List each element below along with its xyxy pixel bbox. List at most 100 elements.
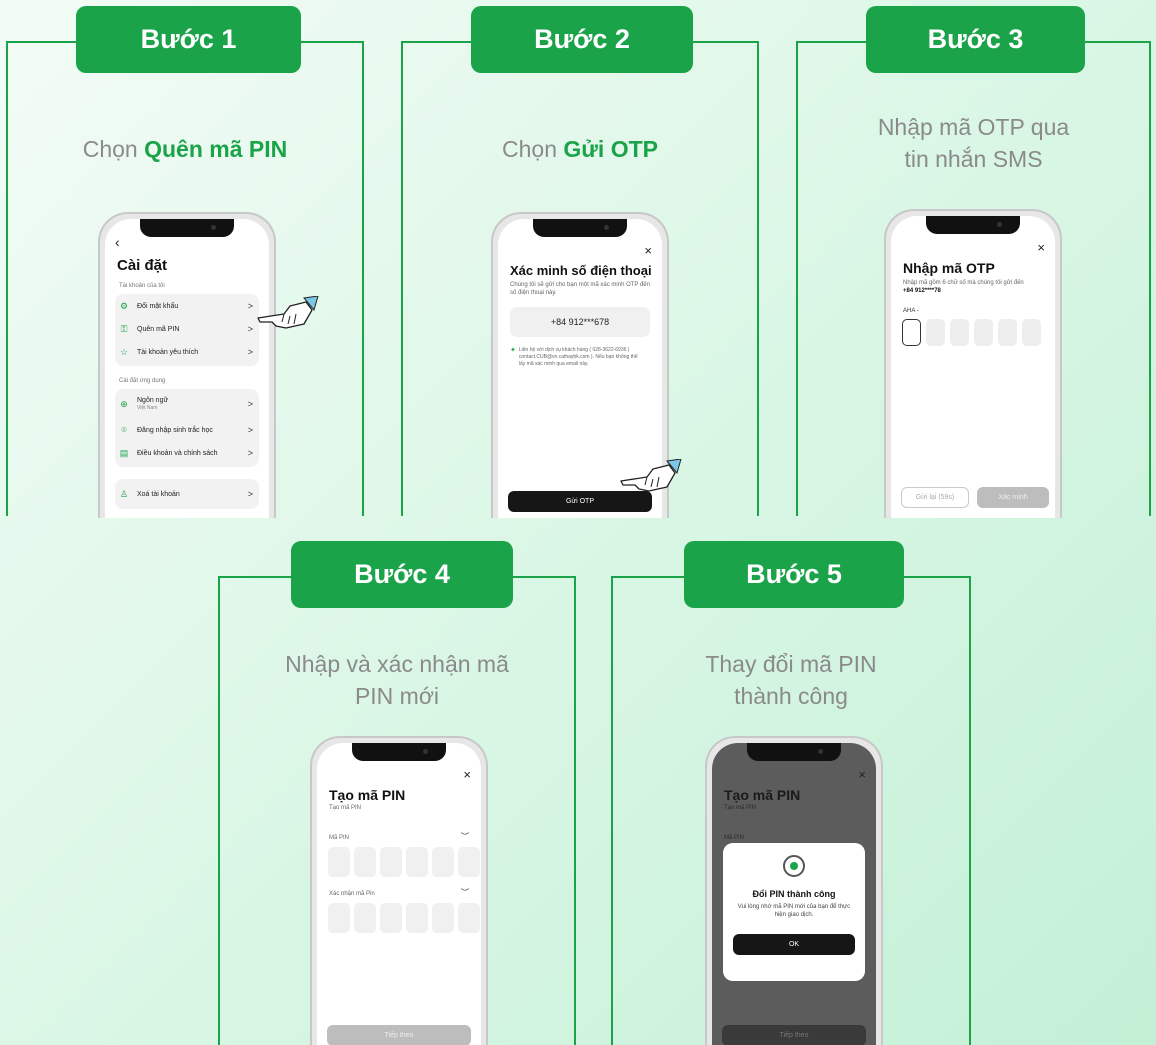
otp-digit-input[interactable] [950,319,969,346]
globe-icon: ⊕ [120,398,128,409]
page-subtitle: Tạo mã PIN [724,805,757,811]
step-4-panel: Bước 4 Nhập và xác nhận mã PIN mới × Tạo… [218,541,576,1045]
info-icon: ✦ [510,347,516,354]
step-5-badge: Bước 5 [684,541,904,608]
success-dot [790,862,798,870]
step-2-panel: Bước 2 Chọn Gửi OTP × Xác minh số điện t… [401,6,759,518]
close-icon[interactable]: × [463,767,471,782]
confirm-pin-digit-input[interactable] [380,903,402,933]
menu-item-change-password[interactable]: ⚙ Đổi mật khẩu > [119,295,253,317]
step-1-panel: Bước 1 Chọn Quên mã PIN ‹ Cài đặt Tài kh… [6,6,364,518]
menu-item-favorites[interactable]: ☆ Tài khoản yêu thích > [119,341,253,363]
menu-item-biometric[interactable]: ⌾ Đăng nhập sinh trắc học > [119,419,253,441]
caption-highlight: Gửi OTP [563,136,658,162]
caption-prefix: Chọn [502,136,564,162]
menu-item-delete-account[interactable]: ♙ Xoá tài khoản > [119,483,253,505]
step-5-panel: Bước 5 Thay đổi mã PIN thành công × Tạo … [611,541,971,1045]
ok-button[interactable]: OK [733,934,855,955]
confirm-pin-digit-input[interactable] [328,903,350,933]
step-5-caption: Thay đổi mã PIN thành công [613,648,969,712]
account-card: ⚙ Đổi mật khẩu > ⚿ Quên mã PIN > ☆ Tài k… [115,294,259,366]
confirm-pin-digit-input[interactable] [406,903,428,933]
caption-line-2: thành công [734,683,848,709]
step-2-caption: Chọn Gửi OTP [403,133,757,165]
menu-item-terms[interactable]: ▤ Điều khoản và chính sách > [119,442,253,464]
step-1-badge: Bước 1 [76,6,301,73]
phone-number-box: +84 912***678 [510,307,650,337]
otp-digit-input[interactable] [926,319,945,346]
key-icon: ⚿ [120,323,128,334]
menu-item-label: Đăng nhập sinh trắc học [137,426,213,434]
face-id-icon: ⌾ [121,424,127,435]
resend-otp-button[interactable]: Gửi lại (59s) [901,487,969,508]
menu-item-forgot-pin[interactable]: ⚿ Quên mã PIN > [119,318,253,340]
pin-digit-input[interactable] [354,847,376,877]
button-label: OK [788,941,800,948]
pin-digit-input[interactable] [380,847,402,877]
verify-button[interactable]: Xác minh [977,487,1049,508]
otp-digit-input[interactable] [974,319,993,346]
phone-notch [352,743,446,761]
otp-digit-input[interactable] [902,319,921,346]
phone-number: +84 912***678 [550,317,610,327]
next-button[interactable]: Tiếp theo [327,1025,471,1045]
section-label: Cài đặt ứng dụng [119,378,166,384]
chevron-right-icon: > [247,347,253,357]
next-button[interactable]: Tiếp theo [722,1025,866,1045]
confirm-pin-digit-input[interactable] [458,903,480,933]
page-description: Chúng tôi sẽ gửi cho bạn một mã xác minh… [510,282,650,296]
close-icon[interactable]: × [858,767,866,782]
create-pin-screen: × Tạo mã PIN Tạo mã PIN Mã PIN ︶ Xác nhậ… [317,743,481,1045]
menu-item-language[interactable]: ⊕ Ngôn ngữ Việt Nam > [119,393,253,415]
back-icon[interactable]: ‹ [115,234,120,250]
phone-mockup: × Nhập mã OTP Nhập mã gồm 6 chữ số mà ch… [884,209,1062,518]
eye-off-icon[interactable]: ︶ [461,831,469,842]
close-icon[interactable]: × [644,243,652,258]
caption-line-2: tin nhắn SMS [904,146,1043,172]
pin-digit-input[interactable] [432,847,454,877]
menu-item-label: Quên mã PIN [137,325,180,333]
chevron-right-icon: > [247,399,253,409]
otp-digit-input[interactable] [998,319,1017,346]
caption-highlight: Quên mã PIN [144,136,288,162]
pin-digit-input[interactable] [328,847,350,877]
page-title: Tạo mã PIN [724,787,801,803]
menu-item-label: Ngôn ngữ [137,397,169,404]
dialog-text: Vui lòng nhớ mã PIN mới của bạn để thực … [737,904,851,918]
close-icon[interactable]: × [1037,240,1045,255]
step-3-caption: Nhập mã OTP qua tin nhắn SMS [798,111,1149,175]
phone-mockup: ‹ Cài đặt Tài khoản của tôi ⚙ Đổi mật kh… [98,212,276,518]
step-2-badge: Bước 2 [471,6,693,73]
button-label: Tiếp theo [384,1032,414,1039]
otp-screen: × Nhập mã OTP Nhập mã gồm 6 chữ số mà ch… [891,216,1055,518]
caption-line-2: PIN mới [354,683,440,709]
confirm-pin-digit-input[interactable] [354,903,376,933]
page-subtitle: Tạo mã PIN [329,805,362,811]
caption-line-1: Thay đổi mã PIN [705,651,877,677]
chevron-right-icon: > [247,448,253,458]
contact-note: ✦ Liên hệ với dịch vụ khách hàng ( 028-3… [510,347,644,368]
confirm-pin-digit-input[interactable] [432,903,454,933]
chevron-right-icon: > [247,489,253,499]
phone-mockup: × Tạo mã PIN Tạo mã PIN Mã PIN ︶ Xác nhậ… [310,736,488,1045]
phone-mockup: × Tạo mã PIN Tạo mã PIN Mã PIN Đổi PIN t… [705,736,883,1045]
pin-digit-input[interactable] [458,847,480,877]
delete-account-card: ♙ Xoá tài khoản > [115,479,259,509]
pin-digit-input[interactable] [406,847,428,877]
otp-digit-input[interactable] [1022,319,1041,346]
dialog-title: Đổi PIN thành công [752,889,836,899]
eye-off-icon[interactable]: ︶ [461,887,469,898]
otp-prefix: AHA - [903,308,919,314]
menu-item-label: Xoá tài khoản [137,490,180,498]
page-description: Nhập mã gồm 6 chữ số mà chúng tôi gửi đế… [903,280,1024,286]
success-dialog: Đổi PIN thành công Vui lòng nhớ mã PIN m… [723,843,865,981]
phone-notch [140,219,234,237]
refresh-success-icon [783,855,805,877]
phone-notch [926,216,1020,234]
user-icon: ♙ [119,488,129,499]
chevron-right-icon: > [247,425,253,435]
page-title: Xác minh số điện thoại [510,263,652,278]
confirm-pin-label: Xác nhận mã Pin [329,891,375,897]
page-title: Nhập mã OTP [903,260,995,276]
step-3-badge: Bước 3 [866,6,1085,73]
